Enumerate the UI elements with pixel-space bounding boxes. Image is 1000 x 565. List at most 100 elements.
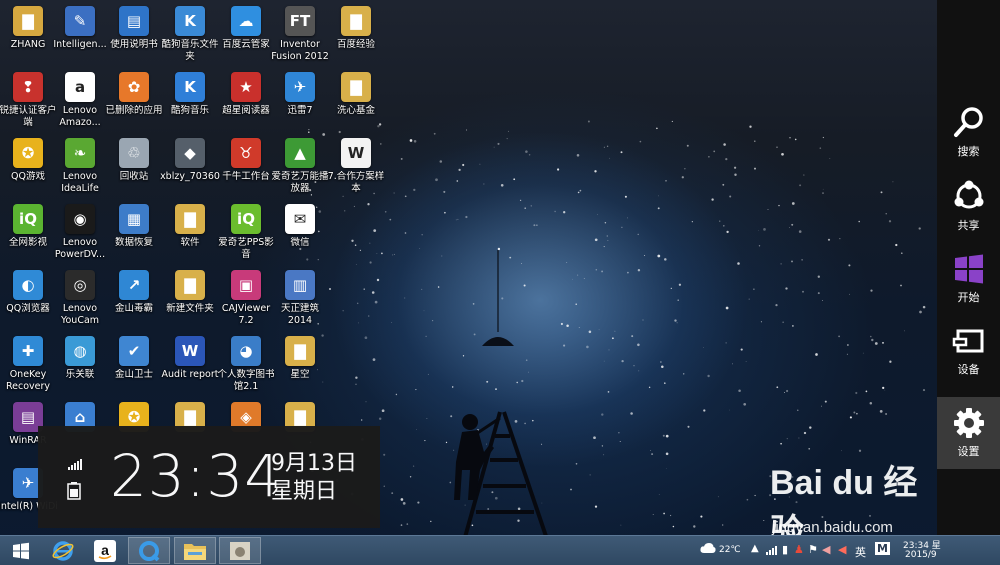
taskbar-amazon[interactable]: a — [84, 537, 126, 564]
desktop-icon[interactable]: ▦ 数据恢复 — [104, 204, 164, 249]
star — [682, 373, 685, 375]
desktop-icon[interactable]: K 酷狗音乐 — [160, 72, 220, 117]
charm-devices[interactable]: 设备 — [937, 316, 1000, 388]
desktop-icon[interactable]: ▇ 软件 — [160, 204, 220, 249]
star — [889, 360, 892, 363]
taskbar-qq-browser[interactable] — [128, 537, 170, 564]
tray-overflow-arrow-icon[interactable]: ▲ — [751, 543, 759, 554]
star — [577, 191, 580, 194]
desktop-icon[interactable]: ▤ 使用说明书 — [104, 6, 164, 51]
tray-m-icon[interactable]: M — [875, 542, 890, 555]
star — [415, 429, 417, 430]
star — [473, 333, 476, 336]
star — [677, 299, 679, 301]
desktop-icon[interactable]: ◍ 乐关联 — [50, 336, 110, 381]
tray-volume-muted-icon[interactable]: ◀ — [822, 543, 830, 556]
star — [664, 258, 667, 261]
desktop-icon[interactable]: ✿ 已删除的应用 — [104, 72, 164, 117]
star — [601, 270, 604, 273]
star — [560, 322, 563, 326]
desktop-icon[interactable]: ◆ xblzy_70360 — [160, 138, 220, 183]
desktop-icon[interactable]: ✈ 迅雷7 — [270, 72, 330, 117]
desktop-icon[interactable]: a Lenovo Amazo... — [50, 72, 110, 129]
taskbar-photo-app[interactable] — [219, 537, 261, 564]
desktop-icon[interactable]: ❧ Lenovo IdeaLife — [50, 138, 110, 195]
star — [621, 226, 623, 228]
taskbar: a 22℃ ▲ ▮ ♟ ⚑ ◀ ◀ 英 M 23:34 星 2015/9 — [0, 535, 1000, 565]
star — [922, 389, 926, 392]
star — [691, 221, 693, 223]
tray-flag-icon[interactable]: ⚑ — [808, 543, 818, 556]
desktop-icon[interactable]: ▥ 天正建筑2014 — [270, 270, 330, 327]
desktop-icon[interactable]: W 7.合作方案样本 — [326, 138, 386, 195]
desktop-icon[interactable]: ✉ 微信 — [270, 204, 330, 249]
star — [430, 520, 432, 523]
star — [822, 192, 824, 194]
star — [557, 168, 560, 171]
desktop-icon[interactable]: ▲ 爱奇艺万能播放器 — [270, 138, 330, 195]
star — [563, 211, 566, 214]
star — [451, 386, 454, 388]
tray-ime-indicator[interactable]: 英 — [855, 544, 866, 560]
star — [820, 405, 822, 407]
desktop-icon[interactable]: ▇ 新建文件夹 — [160, 270, 220, 315]
tray-speaker-icon[interactable]: ◀ — [838, 543, 846, 556]
desktop-icon[interactable]: ▇ 星空 — [270, 336, 330, 381]
star — [648, 386, 651, 389]
star — [517, 519, 520, 522]
desktop-icon[interactable]: W Audit report — [160, 336, 220, 381]
star — [808, 447, 811, 450]
tray-qq-icon[interactable]: ♟ — [794, 543, 804, 556]
charm-share[interactable]: 共享 — [937, 170, 1000, 242]
desktop-icon[interactable]: ↗ 金山毒霸 — [104, 270, 164, 315]
taskbar-file-explorer[interactable] — [174, 537, 216, 564]
desktop-icon[interactable]: ★ 超星阅读器 — [216, 72, 276, 117]
star — [703, 409, 706, 412]
tray-battery-icon[interactable]: ▮ — [782, 543, 788, 556]
desktop-icon[interactable]: ▣ CAJViewer 7.2 — [216, 270, 276, 327]
charm-search[interactable]: 搜索 — [937, 96, 1000, 168]
desktop-icon-image: iQ — [231, 204, 261, 234]
taskbar-internet-explorer[interactable] — [42, 537, 84, 564]
desktop-icon-label: 使用说明书 — [110, 39, 158, 50]
desktop-icon-image: ▇ — [175, 204, 205, 234]
windows-start-icon — [954, 254, 983, 284]
star — [417, 501, 420, 504]
desktop-icon[interactable]: ♲ 回收站 — [104, 138, 164, 183]
star — [578, 327, 580, 328]
desktop-icon[interactable]: ◕ 个人数字图书馆2.1 — [216, 336, 276, 393]
desktop-icon[interactable]: ◎ Lenovo YouCam — [50, 270, 110, 327]
star — [525, 150, 528, 153]
desktop-icon-image: ✚ — [13, 336, 43, 366]
start-button[interactable] — [0, 537, 42, 564]
tray-signal-icon[interactable] — [766, 546, 778, 555]
desktop-icon-label: 新建文件夹 — [166, 303, 214, 314]
star — [754, 140, 756, 142]
desktop-icon[interactable]: ▇ 百度经验 — [326, 6, 386, 51]
star — [589, 474, 591, 476]
desktop-icon-label: 星空 — [290, 369, 310, 380]
tray-clock-date[interactable]: 2015/9 — [905, 550, 937, 560]
desktop-icon[interactable]: K 酷狗音乐文件夹 — [160, 6, 220, 63]
star — [746, 498, 749, 501]
star — [603, 360, 605, 362]
star — [586, 345, 589, 349]
star — [856, 412, 858, 415]
star — [775, 303, 778, 307]
desktop-icon[interactable]: ▇ 洗心基金 — [326, 72, 386, 117]
desktop-icon[interactable]: iQ 爱奇艺PPS影音 — [216, 204, 276, 261]
star — [666, 468, 667, 469]
charm-start[interactable]: 开始 — [937, 243, 1000, 315]
charm-settings[interactable]: 设置 — [937, 397, 1000, 469]
star — [822, 136, 825, 139]
star — [754, 167, 756, 170]
desktop-icon[interactable]: ♉ 千牛工作台 — [216, 138, 276, 183]
tray-weather-temp[interactable]: 22℃ — [719, 545, 741, 555]
star — [888, 220, 892, 223]
desktop-icon[interactable]: ☁ 百度云管家 — [216, 6, 276, 51]
desktop-icon[interactable]: ✔ 金山卫士 — [104, 336, 164, 381]
desktop-icon[interactable]: ✎ Intelligen... — [50, 6, 110, 51]
desktop-icon[interactable]: FT Inventor Fusion 2012 — [270, 6, 330, 63]
desktop-icon[interactable]: ◉ Lenovo PowerDV... — [50, 204, 110, 261]
star — [900, 284, 902, 287]
